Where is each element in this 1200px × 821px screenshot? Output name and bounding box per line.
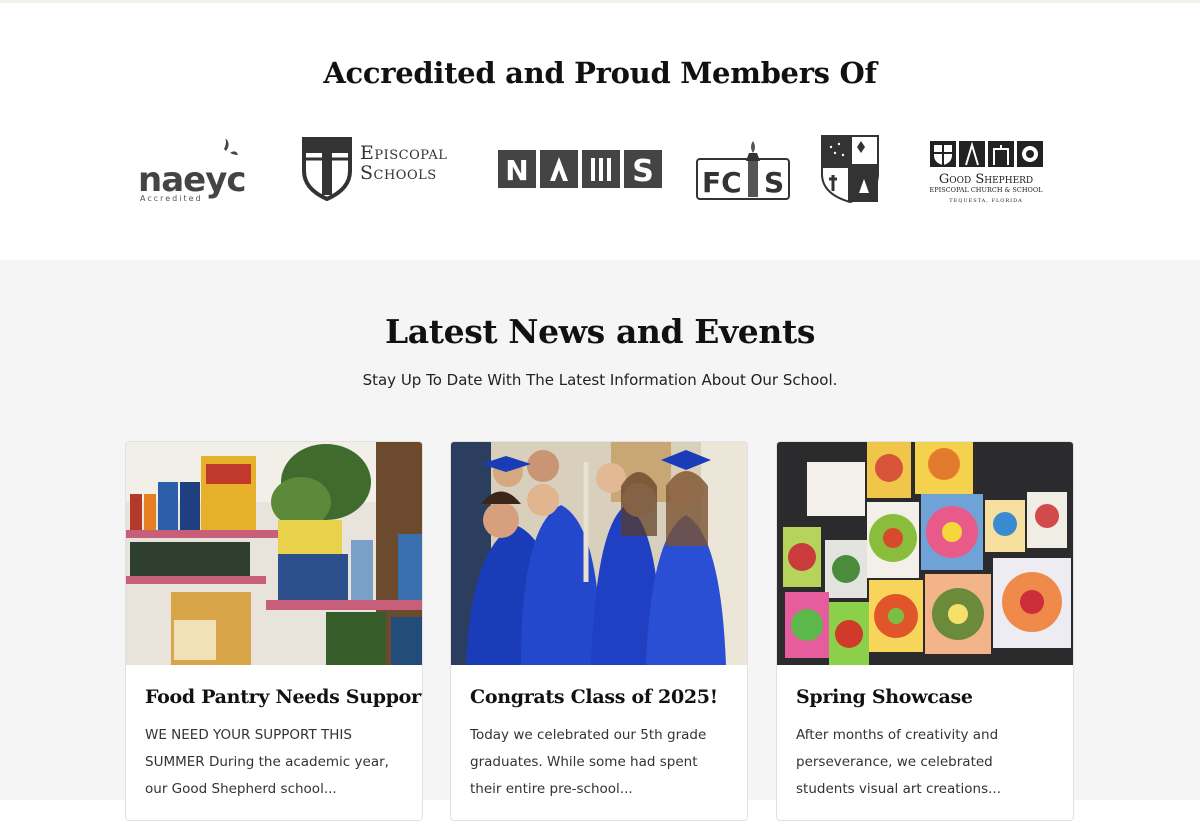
episcopal-line2: Schools bbox=[360, 162, 437, 184]
nais-letter-s: S bbox=[632, 154, 654, 189]
naeyc-subtext: Accredited bbox=[140, 194, 203, 203]
fcis-right: S bbox=[764, 166, 784, 199]
news-card-excerpt: After months of creativity and persevera… bbox=[796, 727, 1002, 797]
naeyc-logo[interactable]: naeyc Accredited bbox=[138, 139, 268, 203]
fcis-left: FC bbox=[702, 166, 742, 199]
news-card-food-pantry[interactable]: Food Pantry Needs Support WE NEED YOUR S… bbox=[125, 441, 423, 821]
nais-letter-n: N bbox=[505, 154, 528, 187]
news-subheading: Stay Up To Date With The Latest Informat… bbox=[362, 371, 838, 389]
food-pantry-photo[interactable] bbox=[126, 442, 422, 665]
news-card-class-2025[interactable]: Congrats Class of 2025! Today we celebra… bbox=[450, 441, 748, 821]
art-showcase-photo[interactable] bbox=[777, 442, 1073, 665]
fcis-logo[interactable]: FC S bbox=[696, 139, 792, 201]
news-card-title[interactable]: Spring Showcase bbox=[777, 665, 1073, 708]
episcopal-schools-logo[interactable]: Episcopal Schools bbox=[300, 137, 470, 201]
news-section: Latest News and Events Stay Up To Date W… bbox=[0, 260, 1200, 821]
good-shepherd-name: Good Shepherd bbox=[939, 172, 1033, 187]
graduation-photo[interactable] bbox=[451, 442, 747, 665]
news-card-spring-showcase[interactable]: Spring Showcase After months of creativi… bbox=[776, 441, 1074, 821]
news-card-title[interactable]: Food Pantry Needs Support bbox=[126, 665, 422, 708]
good-shepherd-line2: EPISCOPAL CHURCH & SCHOOL bbox=[930, 186, 1044, 194]
news-heading: Latest News and Events bbox=[384, 312, 816, 351]
news-card-excerpt: Today we celebrated our 5th grade gradua… bbox=[470, 727, 707, 797]
good-shepherd-logo[interactable]: Good Shepherd EPISCOPAL CHURCH & SCHOOL … bbox=[926, 139, 1046, 207]
accreditation-heading: Accredited and Proud Members Of bbox=[323, 56, 877, 90]
episcopal-line1: Episcopal bbox=[360, 142, 447, 164]
nais-logo[interactable]: N S bbox=[498, 150, 664, 190]
good-shepherd-line3: TEQUESTA, FLORIDA bbox=[949, 198, 1022, 204]
accreditation-section: Accredited and Proud Members Of naeyc Ac… bbox=[0, 3, 1200, 260]
accreditation-logos: naeyc Accredited Episcopal Schools N S F… bbox=[0, 131, 1200, 211]
news-card-title[interactable]: Congrats Class of 2025! bbox=[451, 665, 747, 708]
school-crest-logo[interactable] bbox=[821, 135, 879, 203]
news-card-excerpt: WE NEED YOUR SUPPORT THIS SUMMER During … bbox=[145, 727, 389, 797]
